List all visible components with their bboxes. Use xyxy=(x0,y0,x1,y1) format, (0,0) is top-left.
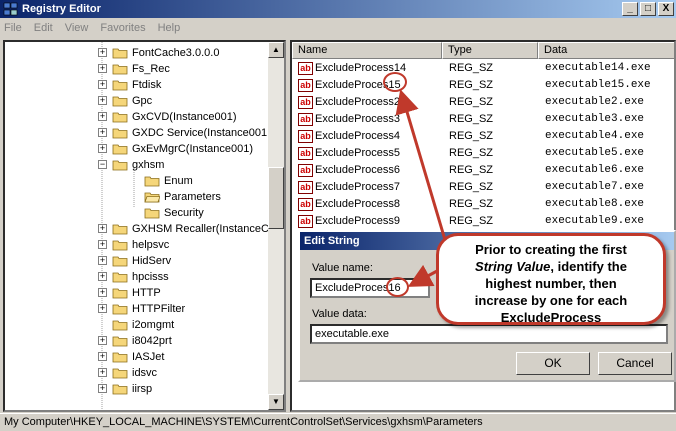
callout-line-3: highest number, then xyxy=(485,276,617,291)
instruction-callout: Prior to creating the first String Value… xyxy=(436,233,666,325)
callout-line-5: ExcludeProcess xyxy=(500,310,602,325)
callout-line-1: Prior to creating the first xyxy=(475,242,627,257)
callout-italic: String Value xyxy=(475,259,551,274)
arrow-to-15 xyxy=(395,89,450,251)
callout-line-4: increase by one for each xyxy=(474,293,628,308)
callout-line-2: , identify the xyxy=(550,259,627,274)
annotation-arrows xyxy=(395,89,451,287)
